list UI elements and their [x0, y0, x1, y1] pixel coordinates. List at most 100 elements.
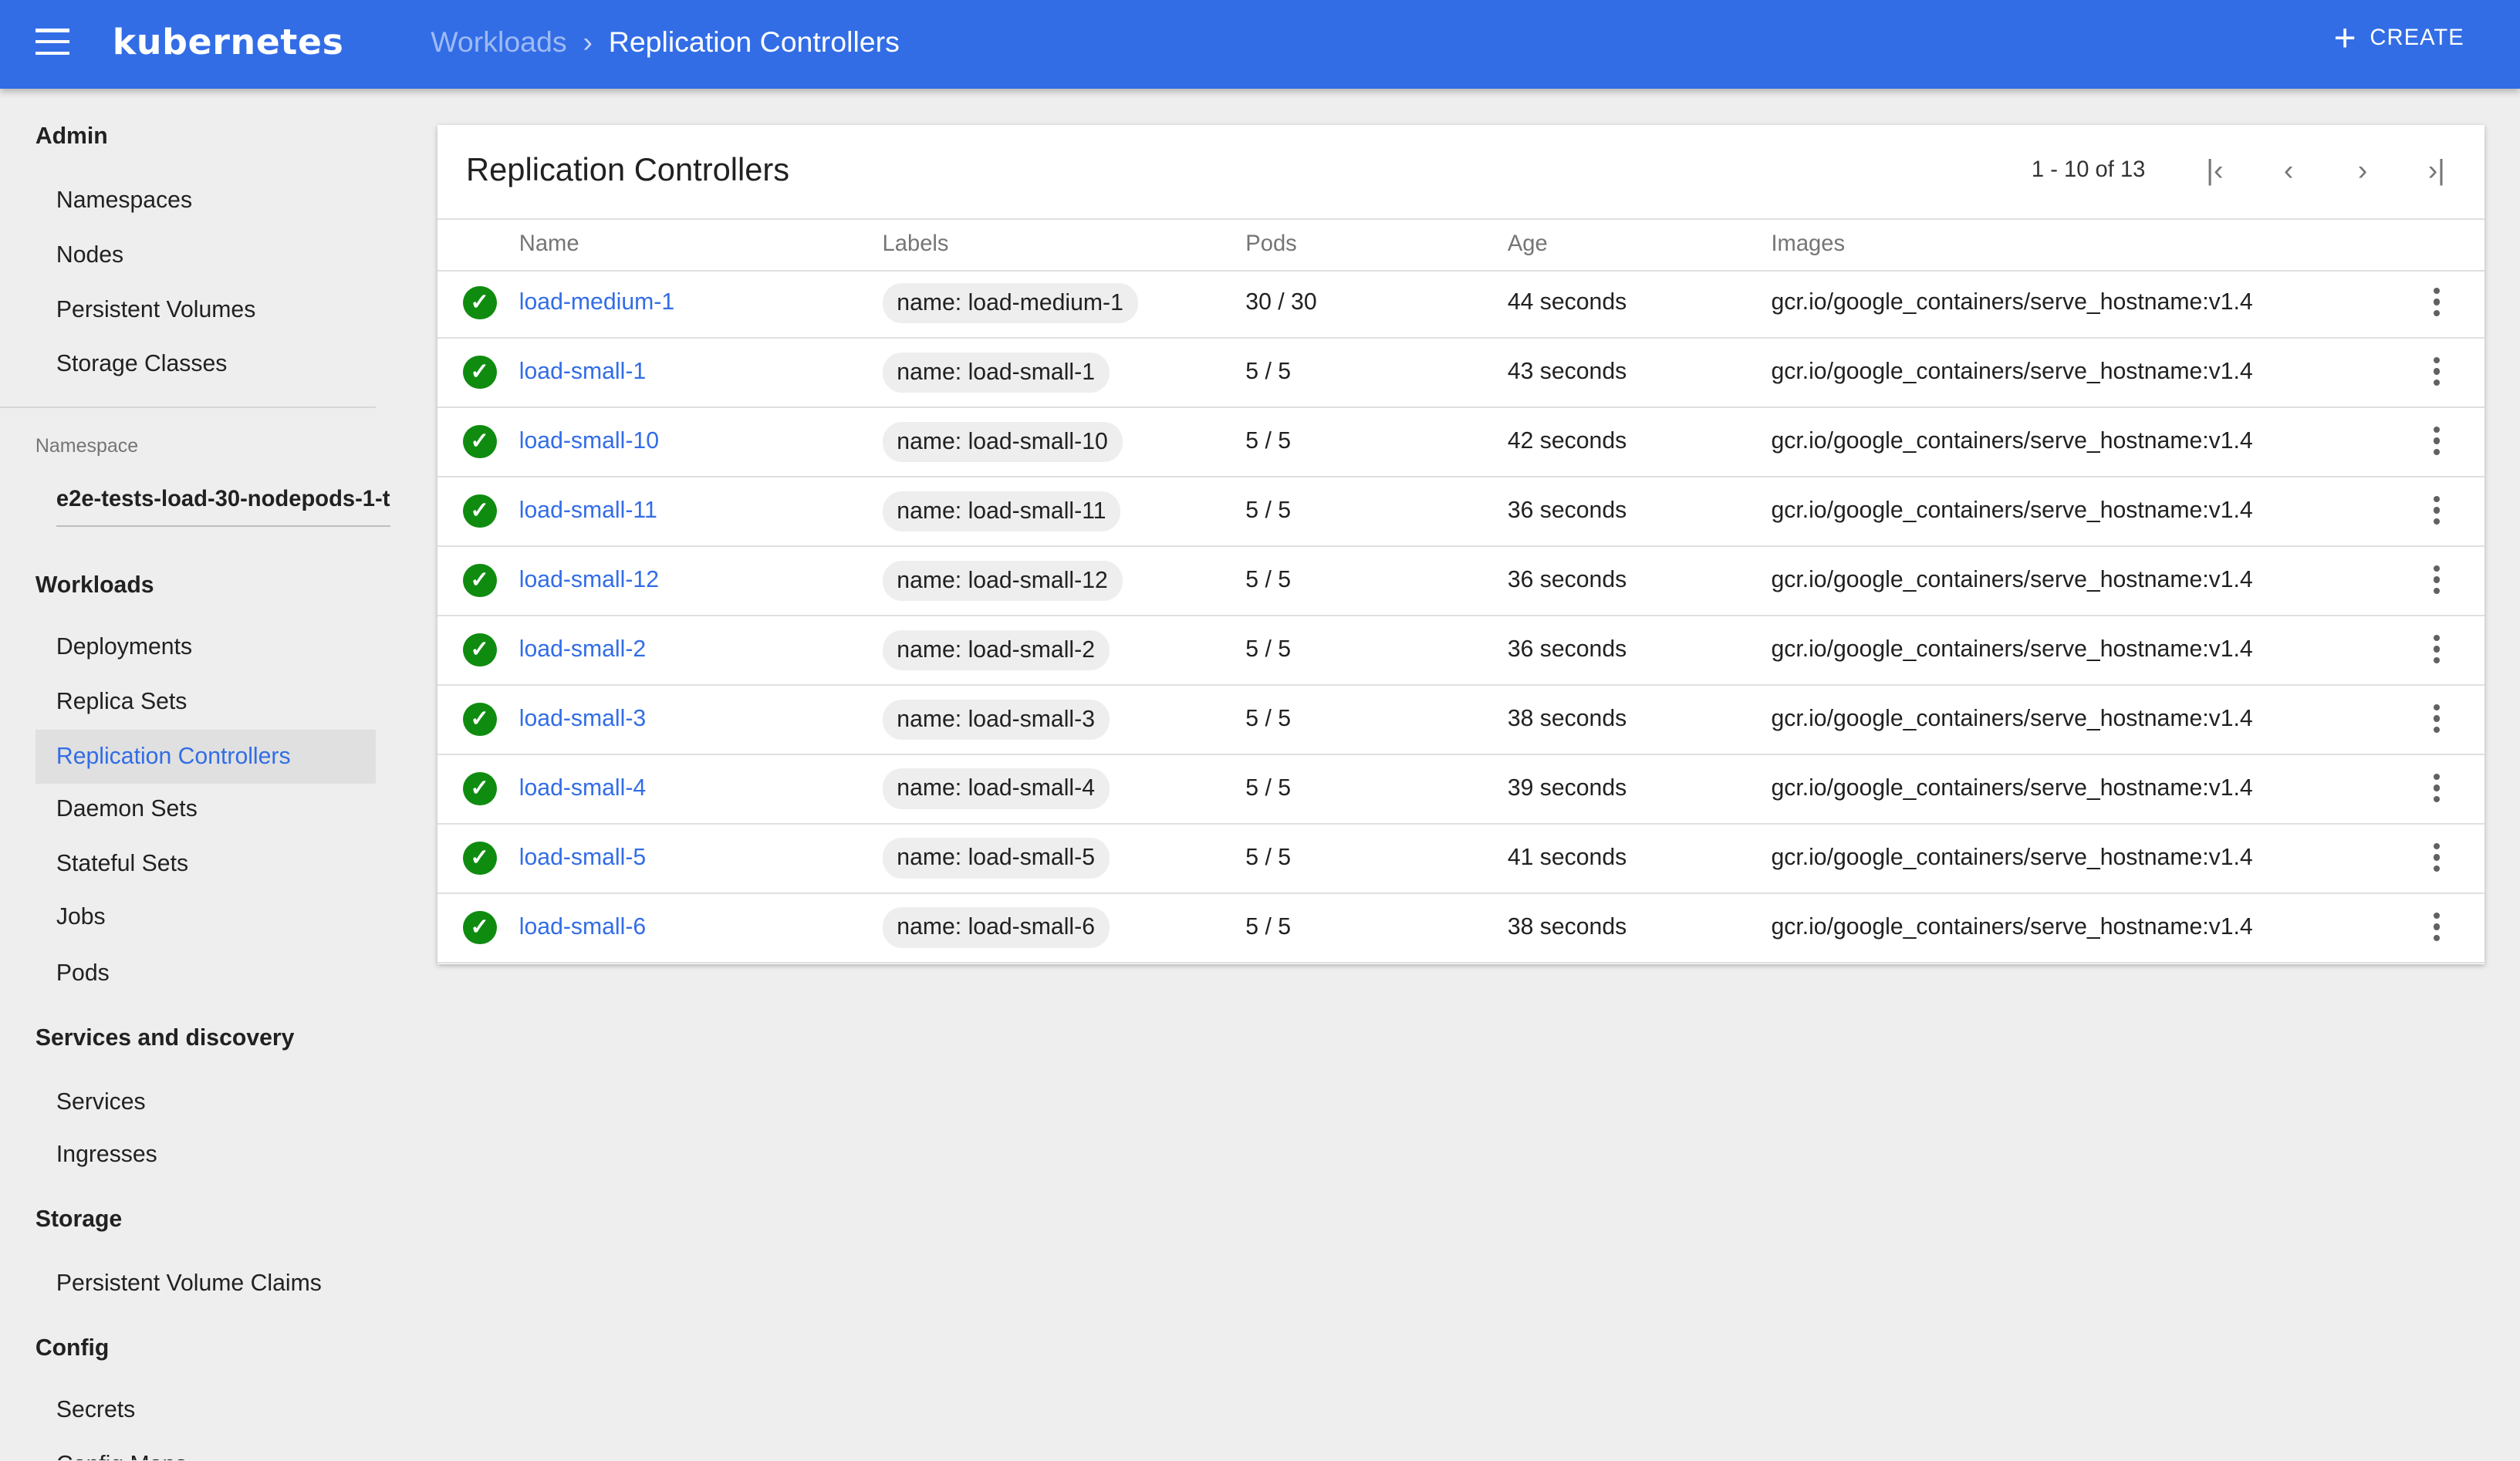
sidebar-item-config-maps[interactable]: Config Maps [35, 1438, 377, 1460]
success-check-icon: ✓ [462, 563, 497, 598]
table-row: ✓ load-small-10 name: load-small-10 5 / 5 42… [437, 407, 2485, 478]
sidebar-item-jobs[interactable]: Jobs [35, 890, 377, 945]
image: gcr.io/google_containers/serve_hostname:… [1771, 358, 2253, 384]
next-page-icon[interactable]: › [2343, 151, 2382, 190]
more-vert-icon[interactable] [2430, 287, 2443, 320]
sidebar-heading-admin[interactable]: Admin [35, 123, 108, 150]
age: 38 seconds [1507, 705, 1627, 731]
sidebar-item-pvc[interactable]: Persistent Volume Claims [35, 1257, 377, 1311]
image: gcr.io/google_containers/serve_hostname:… [1771, 705, 2253, 731]
pods-count: 5 / 5 [1245, 913, 1292, 940]
column-name[interactable]: Name [519, 231, 579, 257]
age: 38 seconds [1507, 913, 1627, 940]
rc-name-link[interactable]: load-small-5 [519, 845, 646, 871]
rc-name-link[interactable]: load-small-6 [519, 914, 646, 940]
last-page-icon[interactable]: ›| [2417, 151, 2456, 190]
sidebar-divider [0, 406, 377, 409]
age: 36 seconds [1507, 636, 1627, 662]
namespace-selector[interactable]: e2e-tests-load-30-nodepods-1-t [56, 487, 391, 527]
sidebar-heading-config[interactable]: Config [35, 1335, 110, 1361]
image: gcr.io/google_containers/serve_hostname:… [1771, 844, 2253, 870]
pods-count: 5 / 5 [1245, 497, 1292, 523]
rc-name-link[interactable]: load-small-11 [519, 498, 657, 524]
sidebar-item-nodes[interactable]: Nodes [35, 228, 377, 283]
more-vert-icon[interactable] [2430, 912, 2443, 945]
more-vert-icon[interactable] [2430, 704, 2443, 737]
breadcrumb: Workloads › Replication Controllers [431, 25, 900, 59]
rc-name-link[interactable]: load-medium-1 [519, 289, 674, 315]
label-chip: name: load-small-2 [882, 629, 1110, 670]
more-vert-icon[interactable] [2430, 634, 2443, 667]
more-vert-icon[interactable] [2430, 356, 2443, 390]
sidebar-item-replication-controllers[interactable]: Replication Controllers [35, 729, 377, 784]
sidebar-heading-storage[interactable]: Storage [35, 1206, 122, 1233]
card-title: Replication Controllers [466, 150, 790, 187]
column-labels: Labels [882, 231, 949, 256]
more-vert-icon[interactable] [2430, 565, 2443, 598]
pods-count: 5 / 5 [1245, 774, 1292, 801]
pods-count: 5 / 5 [1245, 844, 1292, 870]
table-row: ✓ load-small-6 name: load-small-6 5 / 5 38 s… [437, 893, 2485, 964]
success-check-icon: ✓ [462, 633, 497, 667]
column-images: Images [1771, 231, 1846, 256]
image: gcr.io/google_containers/serve_hostname:… [1771, 913, 2253, 940]
more-vert-icon[interactable] [2430, 842, 2443, 876]
sidebar-item-replica-sets[interactable]: Replica Sets [35, 675, 377, 730]
rc-name-link[interactable]: load-small-3 [519, 706, 646, 732]
hamburger-menu-icon[interactable] [35, 29, 69, 55]
create-button[interactable]: + CREATE [2334, 19, 2464, 57]
success-check-icon: ✓ [462, 285, 497, 320]
label-chip: name: load-small-11 [882, 491, 1121, 531]
previous-page-icon[interactable]: ‹ [2269, 151, 2308, 190]
more-vert-icon[interactable] [2430, 495, 2443, 528]
kubernetes-logo[interactable]: kubernetes [113, 21, 344, 62]
sidebar-item-secrets[interactable]: Secrets [35, 1383, 377, 1438]
label-chip: name: load-small-5 [882, 838, 1110, 879]
sidebar: Admin Namespaces Nodes Persistent Volume… [0, 89, 402, 1460]
label-chip: name: load-small-12 [882, 560, 1123, 601]
label-chip: name: load-small-1 [882, 352, 1110, 393]
table-row: ✓ load-small-1 name: load-small-1 5 / 5 43 s… [437, 338, 2485, 409]
success-check-icon: ✓ [462, 702, 497, 737]
label-chip: name: load-small-6 [882, 907, 1110, 948]
first-page-icon[interactable]: |‹ [2195, 151, 2234, 190]
sidebar-heading-workloads[interactable]: Workloads [35, 572, 154, 599]
table-row: ✓ load-medium-1 name: load-medium-1 30 / 30… [437, 268, 2485, 339]
age: 36 seconds [1507, 497, 1627, 523]
sidebar-item-persistent-volumes[interactable]: Persistent Volumes [35, 283, 377, 338]
table-row: ✓ load-small-12 name: load-small-12 5 / 5 36… [437, 546, 2485, 617]
rc-name-link[interactable]: load-small-12 [519, 567, 659, 593]
age: 41 seconds [1507, 844, 1627, 870]
rc-name-link[interactable]: load-small-2 [519, 636, 646, 663]
pods-count: 5 / 5 [1245, 636, 1292, 662]
sidebar-item-deployments[interactable]: Deployments [35, 620, 377, 675]
image: gcr.io/google_containers/serve_hostname:… [1771, 427, 2253, 454]
sidebar-item-stateful-sets[interactable]: Stateful Sets [35, 837, 377, 892]
image: gcr.io/google_containers/serve_hostname:… [1771, 774, 2253, 801]
sidebar-item-services[interactable]: Services [35, 1075, 377, 1130]
table-row: ✓ load-small-3 name: load-small-3 5 / 5 38 s… [437, 685, 2485, 756]
image: gcr.io/google_containers/serve_hostname:… [1771, 566, 2253, 592]
label-chip: name: load-medium-1 [882, 282, 1138, 323]
success-check-icon: ✓ [462, 841, 497, 876]
column-age[interactable]: Age [1508, 231, 1548, 257]
table-row: ✓ load-small-5 name: load-small-5 5 / 5 41 s… [437, 824, 2485, 895]
rc-name-link[interactable]: load-small-1 [519, 359, 646, 385]
sidebar-item-ingresses[interactable]: Ingresses [35, 1128, 377, 1183]
column-pods: Pods [1245, 231, 1297, 256]
sidebar-item-daemon-sets[interactable]: Daemon Sets [35, 782, 377, 837]
breadcrumb-workloads[interactable]: Workloads [431, 25, 566, 58]
sidebar-item-storage-classes[interactable]: Storage Classes [35, 337, 377, 392]
success-check-icon: ✓ [462, 910, 497, 945]
more-vert-icon[interactable] [2430, 426, 2443, 459]
rc-name-link[interactable]: load-small-10 [519, 428, 659, 454]
sidebar-heading-services[interactable]: Services and discovery [35, 1025, 295, 1051]
rc-name-link[interactable]: load-small-4 [519, 775, 646, 801]
pods-count: 5 / 5 [1245, 705, 1292, 731]
success-check-icon: ✓ [462, 771, 497, 806]
success-check-icon: ✓ [462, 355, 497, 390]
sidebar-item-pods[interactable]: Pods [35, 946, 377, 1001]
sidebar-item-namespaces[interactable]: Namespaces [35, 174, 377, 228]
breadcrumb-current: Replication Controllers [608, 25, 900, 59]
more-vert-icon[interactable] [2430, 773, 2443, 806]
